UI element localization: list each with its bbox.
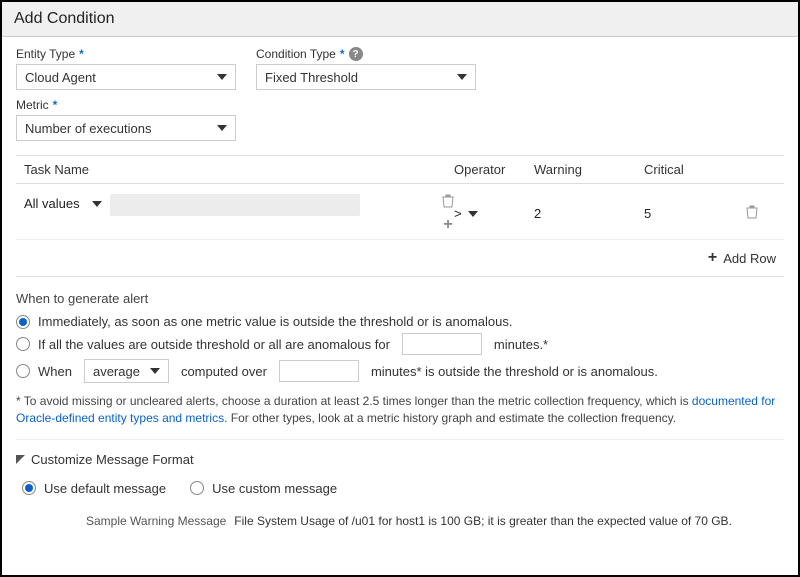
entity-type-select[interactable]: Cloud Agent [16, 64, 236, 90]
task-filter-input [110, 194, 360, 216]
add-row-label: Add Row [723, 251, 776, 266]
entity-type-value: Cloud Agent [25, 70, 96, 85]
customize-message-toggle[interactable]: Customize Message Format [16, 452, 784, 467]
condition-type-label: Condition Type * ? [256, 47, 476, 61]
operator-value: > [454, 206, 462, 221]
condition-type-value: Fixed Threshold [265, 70, 358, 85]
metric-select[interactable]: Number of executions [16, 115, 236, 141]
radio-when-prefix: When [38, 364, 72, 379]
chevron-down-icon [217, 125, 227, 131]
radio-when-mid: computed over [181, 364, 267, 379]
trash-icon[interactable] [442, 194, 454, 211]
entity-type-label: Entity Type * [16, 47, 236, 61]
radio-custom-message[interactable] [190, 481, 204, 495]
chevron-down-icon [217, 74, 227, 80]
radio-allvalues-prefix: If all the values are outside threshold … [38, 337, 390, 352]
metric-label: Metric * [16, 98, 236, 112]
when-section-label: When to generate alert [16, 291, 784, 306]
radio-allvalues-suffix: minutes.* [494, 337, 548, 352]
chevron-down-icon[interactable] [468, 211, 478, 217]
col-header-operator: Operator [454, 162, 534, 177]
radio-all-values[interactable] [16, 337, 30, 351]
radio-custom-message-label: Use custom message [212, 481, 337, 496]
task-value-label: All values [24, 196, 80, 211]
warning-value: 2 [534, 206, 644, 221]
radio-immediate[interactable] [16, 315, 30, 329]
radio-when-suffix: minutes* is outside the threshold or is … [371, 364, 658, 379]
plus-icon: + [708, 250, 717, 266]
col-header-critical: Critical [644, 162, 746, 177]
collapse-triangle-icon [16, 455, 25, 464]
computed-over-minutes-input[interactable] [279, 360, 359, 382]
critical-value: 5 [644, 206, 746, 221]
radio-default-message-label: Use default message [44, 481, 166, 496]
metric-value: Number of executions [25, 121, 151, 136]
sample-message-label: Sample Warning Message [86, 514, 226, 528]
radio-immediate-label: Immediately, as soon as one metric value… [38, 314, 513, 329]
col-header-warning: Warning [534, 162, 644, 177]
chevron-down-icon [150, 368, 160, 374]
all-values-minutes-input[interactable] [402, 333, 482, 355]
sample-message-text: File System Usage of /u01 for host1 is 1… [234, 514, 732, 528]
chevron-down-icon [92, 201, 102, 207]
aggregate-select[interactable]: average [84, 359, 169, 383]
condition-type-select[interactable]: Fixed Threshold [256, 64, 476, 90]
radio-default-message[interactable] [22, 481, 36, 495]
customize-message-label: Customize Message Format [31, 452, 194, 467]
required-star-icon: * [79, 47, 84, 61]
delete-row-button[interactable] [746, 205, 776, 222]
required-star-icon: * [340, 47, 345, 61]
radio-when-aggregate[interactable] [16, 364, 30, 378]
frequency-note: * To avoid missing or uncleared alerts, … [16, 393, 784, 440]
required-star-icon: * [53, 98, 58, 112]
page-title: Add Condition [2, 2, 798, 37]
task-value-select[interactable]: All values [24, 194, 102, 213]
col-header-task: Task Name [24, 162, 454, 177]
plus-icon[interactable]: + [443, 217, 452, 233]
help-icon[interactable]: ? [349, 47, 363, 61]
aggregate-value: average [93, 364, 140, 379]
chevron-down-icon [457, 74, 467, 80]
add-row-button[interactable]: + Add Row [708, 250, 776, 266]
table-row: All values + > [16, 184, 784, 240]
